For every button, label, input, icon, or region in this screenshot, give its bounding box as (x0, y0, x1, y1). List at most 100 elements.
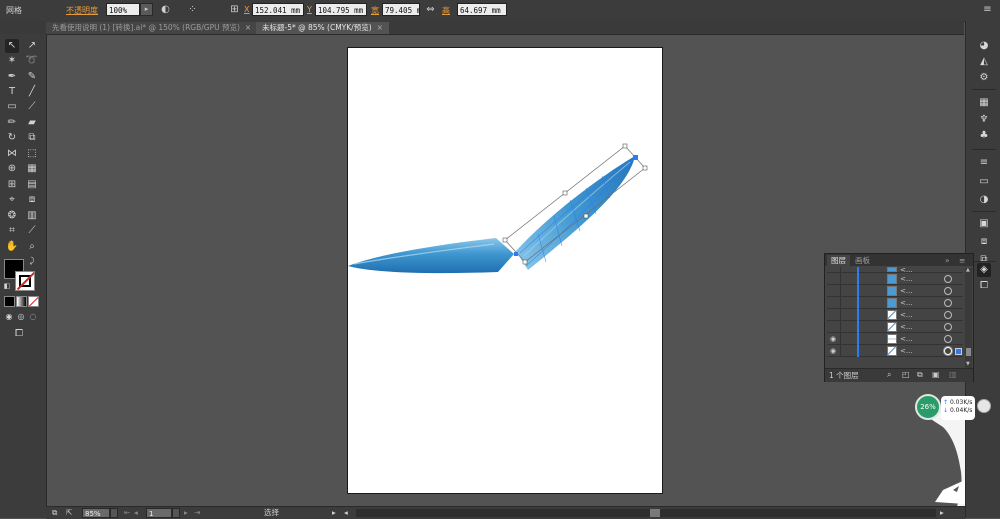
selection-tool-icon[interactable]: ↖ (5, 39, 19, 53)
swap-fill-stroke-icon[interactable]: ⤸ (27, 256, 37, 266)
free-transform-tool-icon[interactable]: ⬚ (25, 147, 39, 161)
network-speed-widget[interactable]: 26% ↑ 0.03K/s ↓ 0.04K/s (913, 392, 991, 518)
rectangle-tool-icon[interactable]: ▭ (5, 100, 19, 114)
align-grid-icon[interactable]: ⁘ (186, 3, 199, 16)
target-icon[interactable] (944, 299, 952, 307)
artboard-dropdown[interactable] (172, 508, 180, 518)
height-field[interactable]: 64.697 mm (457, 3, 507, 16)
tab-document-1[interactable]: 先看使用说明 (1) [转换].ai* @ 150% (RGB/GPU 预览) × (46, 22, 258, 34)
reference-point-icon[interactable]: ⊞ (228, 3, 241, 16)
symbol-sprayer-tool-icon[interactable]: ❂ (5, 209, 19, 223)
artboard[interactable] (347, 47, 663, 494)
swatches-icon[interactable]: ▦ (977, 96, 991, 110)
zoom-dropdown[interactable] (110, 508, 118, 518)
resize-handle[interactable] (502, 237, 508, 243)
prev-artboard-icon[interactable]: ◂ (134, 508, 138, 518)
layers-scrollbar[interactable]: ▲ ▼ (965, 268, 972, 368)
resize-handle[interactable] (583, 213, 589, 219)
color-guide-icon[interactable]: ⚙ (977, 71, 991, 85)
symbols-icon[interactable]: ♣ (977, 129, 991, 143)
default-fill-stroke-icon[interactable]: ◧ (2, 281, 12, 291)
target-icon[interactable] (944, 287, 952, 295)
pen-tool-icon[interactable]: ✒ (5, 70, 19, 84)
shape-builder-tool-icon[interactable]: ⊕ (5, 162, 19, 176)
scroll-thumb[interactable] (650, 509, 660, 517)
status-arrow-icon[interactable]: ▸ (332, 508, 336, 518)
make-clipping-mask-icon[interactable]: ◰ (902, 370, 910, 379)
width-tool-icon[interactable]: ⋈ (5, 147, 19, 161)
eyedropper-tool-icon[interactable]: ⌖ (5, 193, 19, 207)
align-icon[interactable]: ▣ (977, 217, 991, 231)
horizontal-scrollbar[interactable] (356, 509, 936, 517)
stroke-color-swatch[interactable] (15, 271, 35, 291)
share-icon[interactable]: ⇱ (66, 508, 72, 518)
perspective-grid-tool-icon[interactable]: ▦ (25, 162, 39, 176)
x-spinner[interactable] (242, 3, 250, 16)
delete-layer-icon[interactable]: ▥ (949, 370, 957, 379)
slice-tool-icon[interactable]: ⟋ (25, 224, 39, 238)
selection-indicator[interactable] (955, 348, 962, 355)
target-icon[interactable] (944, 347, 952, 355)
constrain-proportions-icon[interactable]: ⇔ (424, 3, 437, 16)
artboard-tool-icon[interactable]: ⌗ (5, 224, 19, 238)
panel-collapse-icon[interactable]: » (945, 255, 950, 266)
layer-row[interactable]: ◉ <... (827, 345, 963, 357)
draw-inside-icon[interactable]: ◌ (28, 312, 38, 322)
layer-row[interactable]: <... (827, 309, 963, 321)
artboard-number-field[interactable]: 1 (146, 508, 172, 518)
column-graph-tool-icon[interactable]: ▥ (25, 209, 39, 223)
target-icon[interactable] (944, 275, 952, 283)
close-tab-icon[interactable]: × (245, 23, 251, 32)
opacity-field[interactable]: 100% (106, 3, 140, 16)
visibility-eye-icon[interactable]: ◉ (828, 334, 838, 344)
target-icon[interactable] (944, 311, 952, 319)
mesh-tool-icon[interactable]: ⊞ (5, 178, 19, 192)
new-layer-icon[interactable]: ▣ (932, 370, 940, 379)
scroll-left-icon[interactable]: ◂ (344, 508, 348, 518)
graphic-styles-icon[interactable]: ◭ (977, 55, 991, 69)
resize-handle[interactable] (562, 190, 568, 196)
artboards-icon[interactable]: ⧠ (977, 279, 991, 293)
brushes-icon[interactable]: ♆ (977, 113, 991, 127)
layer-row[interactable]: <... (827, 273, 963, 285)
scroll-right-icon[interactable]: ▸ (940, 508, 944, 518)
layer-row[interactable]: <... (827, 321, 963, 333)
none-mode-icon[interactable] (28, 296, 39, 307)
zoom-field[interactable]: 85% (82, 508, 110, 518)
draw-normal-icon[interactable]: ◉ (4, 312, 14, 322)
y-field[interactable]: 104.795 mm (315, 3, 367, 16)
gradient-icon[interactable]: ▭ (977, 175, 991, 189)
recolor-icon[interactable]: ◐ (159, 3, 172, 16)
zoom-tool-icon[interactable]: ⌕ (25, 240, 39, 254)
layer-row[interactable]: <... (827, 297, 963, 309)
resize-handle[interactable] (642, 165, 648, 171)
fit-icon[interactable]: ⧉ (52, 508, 57, 518)
scale-tool-icon[interactable]: ⧉ (25, 131, 39, 145)
tab-artboards[interactable]: 画板 (851, 255, 874, 266)
gradient-tool-icon[interactable]: ▤ (25, 178, 39, 192)
pencil-tool-icon[interactable]: ✏ (5, 116, 19, 130)
visibility-eye-icon[interactable]: ◉ (828, 346, 838, 356)
layers-icon[interactable]: ◈ (977, 263, 991, 277)
resize-handle[interactable] (622, 143, 628, 149)
rotate-tool-icon[interactable]: ↻ (5, 131, 19, 145)
draw-behind-icon[interactable]: ◎ (16, 312, 26, 322)
curvature-tool-icon[interactable]: ✎ (25, 70, 39, 84)
stroke-icon[interactable]: ≡ (977, 156, 991, 170)
opacity-dropdown-button[interactable]: ▸ (140, 3, 153, 16)
transform-icon[interactable]: ⧈ (977, 235, 991, 249)
width-field[interactable]: 79.405 mm (382, 3, 420, 16)
eraser-tool-icon[interactable]: ▰ (25, 116, 39, 130)
layer-row[interactable]: ◉ <... (827, 333, 963, 345)
left-blade-shape[interactable] (348, 238, 514, 274)
target-icon[interactable] (944, 335, 952, 343)
direct-selection-tool-icon[interactable]: ↗ (25, 39, 39, 53)
type-tool-icon[interactable]: T (5, 85, 19, 99)
screen-mode-icon[interactable]: ⧠ (12, 327, 26, 341)
locate-object-icon[interactable]: ⌕ (887, 370, 891, 380)
opacity-label[interactable]: 不透明度 (66, 5, 98, 16)
appearance-icon[interactable]: ◕ (977, 39, 991, 53)
tab-layers[interactable]: 图层 (827, 255, 850, 266)
panel-menu-icon[interactable]: ≡ (981, 3, 994, 16)
hand-tool-icon[interactable]: ✋ (5, 240, 19, 254)
